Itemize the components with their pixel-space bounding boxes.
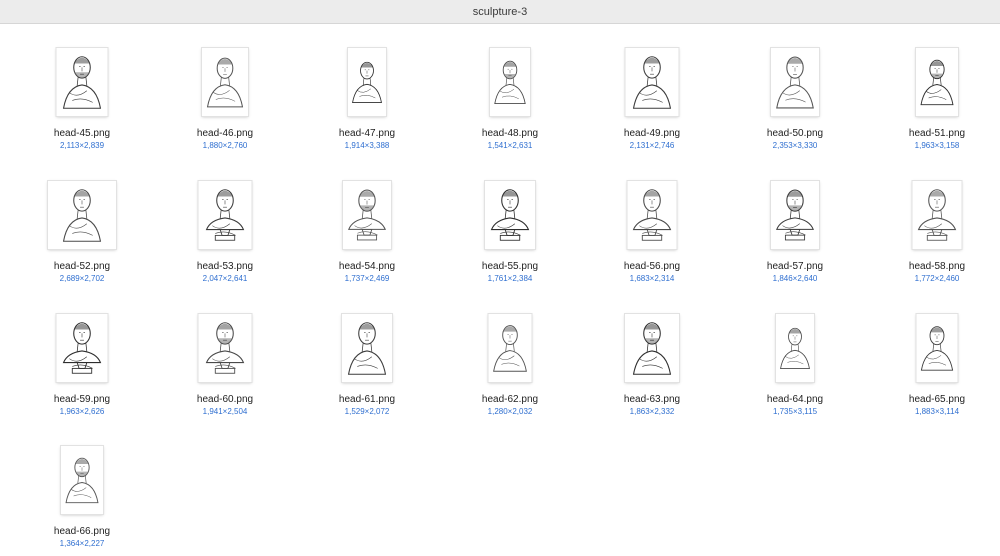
bust-sculpture-icon bbox=[627, 181, 677, 249]
file-item[interactable]: head-48.png 1,541×2,631 bbox=[460, 46, 560, 152]
bust-sculpture-icon bbox=[56, 48, 108, 116]
file-item[interactable]: head-55.png 1,761×2,384 bbox=[460, 179, 560, 285]
file-name: head-56.png bbox=[623, 261, 681, 272]
file-item[interactable]: head-64.png 1,735×3,115 bbox=[745, 312, 845, 418]
file-dimensions: 2,113×2,839 bbox=[59, 141, 105, 150]
file-dimensions: 1,735×3,115 bbox=[772, 407, 818, 416]
file-icon-grid[interactable]: head-45.png 2,113×2,839 head-46.png 1,880×2… bbox=[0, 24, 1000, 556]
bust-sculpture-icon bbox=[342, 314, 392, 382]
file-dimensions: 1,280×2,032 bbox=[487, 407, 533, 416]
file-item[interactable]: head-57.png 1,846×2,640 bbox=[745, 179, 845, 285]
file-name: head-54.png bbox=[338, 261, 396, 272]
file-name: head-50.png bbox=[766, 128, 824, 139]
file-item[interactable]: head-62.png 1,280×2,032 bbox=[460, 312, 560, 418]
file-item[interactable]: head-58.png 1,772×2,460 bbox=[887, 179, 987, 285]
file-item[interactable]: head-65.png 1,883×3,114 bbox=[887, 312, 987, 418]
bust-sculpture-icon bbox=[625, 48, 679, 116]
file-dimensions: 2,131×2,746 bbox=[629, 141, 675, 150]
file-name: head-46.png bbox=[196, 128, 254, 139]
bust-sculpture-icon bbox=[198, 181, 252, 249]
file-name: head-62.png bbox=[481, 394, 539, 405]
file-item[interactable]: head-59.png 1,963×2,626 bbox=[32, 312, 132, 418]
file-dimensions: 1,880×2,760 bbox=[202, 141, 248, 150]
file-name: head-63.png bbox=[623, 394, 681, 405]
file-item[interactable]: head-54.png 1,737×2,469 bbox=[317, 179, 417, 285]
file-name: head-51.png bbox=[908, 128, 966, 139]
file-dimensions: 1,772×2,460 bbox=[914, 274, 960, 283]
file-item[interactable]: head-53.png 2,047×2,641 bbox=[175, 179, 275, 285]
file-item[interactable]: head-46.png 1,880×2,760 bbox=[175, 46, 275, 152]
bust-sculpture-icon bbox=[625, 314, 679, 382]
file-name: head-57.png bbox=[766, 261, 824, 272]
bust-sculpture-icon bbox=[916, 48, 958, 116]
file-dimensions: 1,737×2,469 bbox=[344, 274, 390, 283]
file-item[interactable]: head-47.png 1,914×3,388 bbox=[317, 46, 417, 152]
bust-sculpture-icon bbox=[771, 48, 819, 116]
bust-sculpture-icon bbox=[488, 314, 532, 382]
file-name: head-52.png bbox=[53, 261, 111, 272]
file-dimensions: 2,047×2,641 bbox=[202, 274, 248, 283]
file-name: head-61.png bbox=[338, 394, 396, 405]
file-name: head-49.png bbox=[623, 128, 681, 139]
file-dimensions: 2,353×3,330 bbox=[772, 141, 818, 150]
bust-sculpture-icon bbox=[198, 314, 252, 382]
file-item[interactable]: head-49.png 2,131×2,746 bbox=[602, 46, 702, 152]
bust-sculpture-icon bbox=[912, 181, 962, 249]
bust-sculpture-icon bbox=[771, 181, 819, 249]
bust-sculpture-icon bbox=[776, 314, 814, 382]
file-item[interactable]: head-56.png 1,683×2,314 bbox=[602, 179, 702, 285]
bust-sculpture-icon bbox=[48, 181, 116, 249]
file-dimensions: 1,541×2,631 bbox=[487, 141, 533, 150]
bust-sculpture-icon bbox=[916, 314, 958, 382]
file-item[interactable]: head-52.png 2,689×2,702 bbox=[32, 179, 132, 285]
file-item[interactable]: head-45.png 2,113×2,839 bbox=[32, 46, 132, 152]
file-name: head-58.png bbox=[908, 261, 966, 272]
file-name: head-53.png bbox=[196, 261, 254, 272]
file-name: head-47.png bbox=[338, 128, 396, 139]
file-name: head-65.png bbox=[908, 394, 966, 405]
file-item[interactable]: head-60.png 1,941×2,504 bbox=[175, 312, 275, 418]
file-dimensions: 1,941×2,504 bbox=[202, 407, 248, 416]
bust-sculpture-icon bbox=[343, 181, 391, 249]
file-dimensions: 1,761×2,384 bbox=[487, 274, 533, 283]
file-dimensions: 1,529×2,072 bbox=[344, 407, 390, 416]
file-dimensions: 1,364×2,227 bbox=[59, 539, 105, 548]
file-dimensions: 1,963×3,158 bbox=[914, 141, 960, 150]
file-dimensions: 1,846×2,640 bbox=[772, 274, 818, 283]
file-name: head-66.png bbox=[53, 526, 111, 537]
file-name: head-45.png bbox=[53, 128, 111, 139]
file-name: head-60.png bbox=[196, 394, 254, 405]
file-item[interactable]: head-66.png 1,364×2,227 bbox=[32, 444, 132, 550]
bust-sculpture-icon bbox=[61, 446, 103, 514]
file-dimensions: 1,863×2,332 bbox=[629, 407, 675, 416]
file-dimensions: 1,683×2,314 bbox=[629, 274, 675, 283]
file-name: head-64.png bbox=[766, 394, 824, 405]
bust-sculpture-icon bbox=[56, 314, 108, 382]
bust-sculpture-icon bbox=[490, 48, 530, 116]
file-dimensions: 1,963×2,626 bbox=[59, 407, 105, 416]
window-title: sculpture-3 bbox=[472, 5, 528, 18]
file-item[interactable]: head-61.png 1,529×2,072 bbox=[317, 312, 417, 418]
file-dimensions: 2,689×2,702 bbox=[59, 274, 105, 283]
file-item[interactable]: head-63.png 1,863×2,332 bbox=[602, 312, 702, 418]
bust-sculpture-icon bbox=[348, 48, 386, 116]
bust-sculpture-icon bbox=[485, 181, 535, 249]
file-dimensions: 1,883×3,114 bbox=[914, 407, 960, 416]
file-name: head-55.png bbox=[481, 261, 539, 272]
file-name: head-48.png bbox=[481, 128, 539, 139]
file-name: head-59.png bbox=[53, 394, 111, 405]
file-item[interactable]: head-51.png 1,963×3,158 bbox=[887, 46, 987, 152]
file-dimensions: 1,914×3,388 bbox=[344, 141, 390, 150]
file-item[interactable]: head-50.png 2,353×3,330 bbox=[745, 46, 845, 152]
bust-sculpture-icon bbox=[202, 48, 248, 116]
window-titlebar[interactable]: sculpture-3 bbox=[0, 0, 1000, 24]
